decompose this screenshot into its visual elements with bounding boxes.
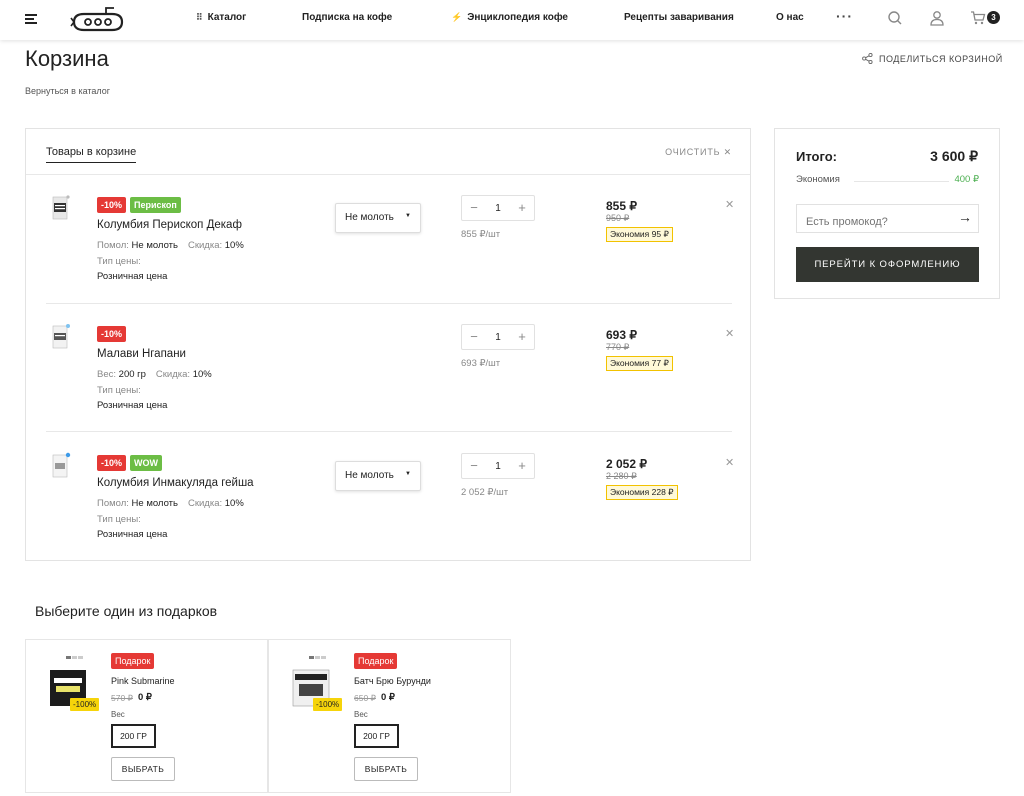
quantity-stepper: − 1 + <box>461 324 535 350</box>
select-gift-button[interactable]: ВЫБРАТЬ <box>354 757 418 781</box>
increase-button[interactable]: + <box>513 200 531 215</box>
unit-price: 855 ₽/шт <box>461 229 501 240</box>
dotted-leader <box>854 181 949 182</box>
grid-icon: ⠿ <box>196 12 203 22</box>
gift-badge: Подарок <box>111 653 155 669</box>
remove-item-button[interactable]: ✕ <box>725 327 734 340</box>
product-image[interactable] <box>48 322 73 354</box>
search-icon[interactable] <box>887 10 903 26</box>
gift-discount-badge: -100% <box>70 698 100 711</box>
tag-badge: WOW <box>130 455 163 471</box>
site-header: ⠿ Каталог Подписка на кофе ⚡ Энциклопедия … <box>0 0 1024 40</box>
share-icon <box>862 53 873 64</box>
discount-badge: -10% <box>97 197 127 213</box>
grind-select[interactable]: Не молоть ▼ <box>335 203 421 233</box>
item-properties: Помол: Не молоть Скидка: 10% Тип цены: Ро… <box>97 240 244 282</box>
grind-select[interactable]: Не молоть ▼ <box>335 461 421 491</box>
product-image[interactable] <box>48 451 73 483</box>
item-badges: -10% Перископ <box>97 197 181 213</box>
gift-badge: Подарок <box>354 653 398 669</box>
quantity-stepper: − 1 + <box>461 195 535 221</box>
gift-price: 0 ₽ <box>138 692 152 703</box>
arrow-right-icon[interactable]: → <box>958 209 972 225</box>
cart-item: -10% WOW Колумбия Инмакуляда гейша Помол… <box>46 433 734 561</box>
item-properties: Вес: 200 гр Скидка: 10% Тип цены: Розничн… <box>97 369 212 411</box>
cart-count-badge: 3 <box>987 11 1000 24</box>
gift-weight-label: Вес <box>111 710 125 719</box>
item-name[interactable]: Малави Нгапани <box>97 348 186 360</box>
gift-discount-badge: -100% <box>313 698 343 711</box>
item-price: 855 ₽ <box>606 199 637 213</box>
promo-code-input[interactable] <box>796 204 979 233</box>
economy-badge: Экономия 95 ₽ <box>606 227 673 242</box>
clear-cart-button[interactable]: ОЧИСТИТЬ ✕ <box>665 147 732 158</box>
gifts-heading: Выберите один из подарков <box>35 603 218 619</box>
gift-name[interactable]: Pink Submarine <box>111 676 175 686</box>
economy-row: Экономия 400 ₽ <box>796 174 979 188</box>
checkout-button[interactable]: ПЕРЕЙТИ К ОФОРМЛЕНИЮ <box>796 247 979 282</box>
submarine-logo[interactable] <box>70 4 126 34</box>
item-old-price: 2 280 ₽ <box>606 471 637 481</box>
gift-name[interactable]: Батч Брю Бурунди <box>354 676 431 686</box>
more-menu-button[interactable]: ··· <box>836 8 853 24</box>
total-label: Итого: <box>796 149 837 164</box>
item-badges: -10% WOW <box>97 455 163 471</box>
increase-button[interactable]: + <box>513 458 531 473</box>
item-old-price: 950 ₽ <box>606 213 630 223</box>
page-title: Корзина <box>25 46 109 71</box>
remove-item-button[interactable]: ✕ <box>725 456 734 469</box>
item-name[interactable]: Колумбия Инмакуляда гейша <box>97 477 254 489</box>
item-properties: Помол: Не молоть Скидка: 10% Тип цены: Ро… <box>97 498 244 540</box>
order-summary: Итого: 3 600 ₽ Экономия 400 ₽ → ПЕРЕЙТИ … <box>774 128 1000 299</box>
gift-old-price: 570 ₽ <box>111 693 133 703</box>
item-badges: -10% <box>97 326 127 342</box>
gift-weight-label: Вес <box>354 710 368 719</box>
menu-icon[interactable] <box>25 14 37 24</box>
cart-item: -10% Малави Нгапани Вес: 200 гр Скидка: 1… <box>46 304 734 432</box>
tab-cart-items[interactable]: Товары в корзине <box>46 146 137 163</box>
nav-coffee-subscription[interactable]: Подписка на кофе <box>302 12 392 23</box>
divider <box>46 431 732 432</box>
nav-catalog[interactable]: ⠿ Каталог <box>196 12 246 23</box>
user-icon[interactable] <box>929 10 945 26</box>
total-value: 3 600 ₽ <box>930 148 978 164</box>
cart-item: -10% Перископ Колумбия Перископ Декаф По… <box>46 175 734 303</box>
gift-card: -100% Подарок Pink Submarine 570 ₽ 0 ₽ В… <box>25 639 268 793</box>
gift-weight-option[interactable]: 200 ГР <box>354 724 399 748</box>
increase-button[interactable]: + <box>513 329 531 344</box>
nav-about[interactable]: О нас <box>776 12 804 23</box>
gift-price: 0 ₽ <box>381 692 395 703</box>
economy-value: 400 ₽ <box>954 174 979 185</box>
unit-price: 693 ₽/шт <box>461 358 501 369</box>
economy-badge: Экономия 77 ₽ <box>606 356 673 371</box>
gift-card: -100% Подарок Батч Брю Бурунди 650 ₽ 0 ₽… <box>268 639 511 793</box>
caret-down-icon: ▼ <box>405 213 411 219</box>
lightning-icon: ⚡ <box>451 12 463 22</box>
item-price: 693 ₽ <box>606 328 637 342</box>
tag-badge: Перископ <box>130 197 181 213</box>
cart-items-panel: Товары в корзине ОЧИСТИТЬ ✕ -10% Периско… <box>25 128 751 561</box>
cart-icon[interactable] <box>970 10 986 26</box>
product-image[interactable] <box>48 193 73 225</box>
item-name[interactable]: Колумбия Перископ Декаф <box>97 219 242 231</box>
item-old-price: 770 ₽ <box>606 342 630 352</box>
share-cart-button[interactable]: ПОДЕЛИТЬСЯ КОРЗИНОЙ <box>862 53 1003 64</box>
economy-label: Экономия <box>796 174 844 185</box>
nav-coffee-encyclopedia[interactable]: ⚡ Энциклопедия кофе <box>451 12 568 23</box>
select-gift-button[interactable]: ВЫБРАТЬ <box>111 757 175 781</box>
close-icon: ✕ <box>723 147 732 157</box>
item-price: 2 052 ₽ <box>606 457 647 471</box>
economy-badge: Экономия 228 ₽ <box>606 485 678 500</box>
nav-brewing-recipes[interactable]: Рецепты заваривания <box>624 12 734 23</box>
quantity-stepper: − 1 + <box>461 453 535 479</box>
back-to-catalog-link[interactable]: Вернуться в каталог <box>25 86 110 96</box>
discount-badge: -10% <box>97 326 127 342</box>
gift-weight-option[interactable]: 200 ГР <box>111 724 156 748</box>
caret-down-icon: ▼ <box>405 471 411 477</box>
discount-badge: -10% <box>97 455 127 471</box>
gift-old-price: 650 ₽ <box>354 693 376 703</box>
remove-item-button[interactable]: ✕ <box>725 198 734 211</box>
unit-price: 2 052 ₽/шт <box>461 487 509 498</box>
